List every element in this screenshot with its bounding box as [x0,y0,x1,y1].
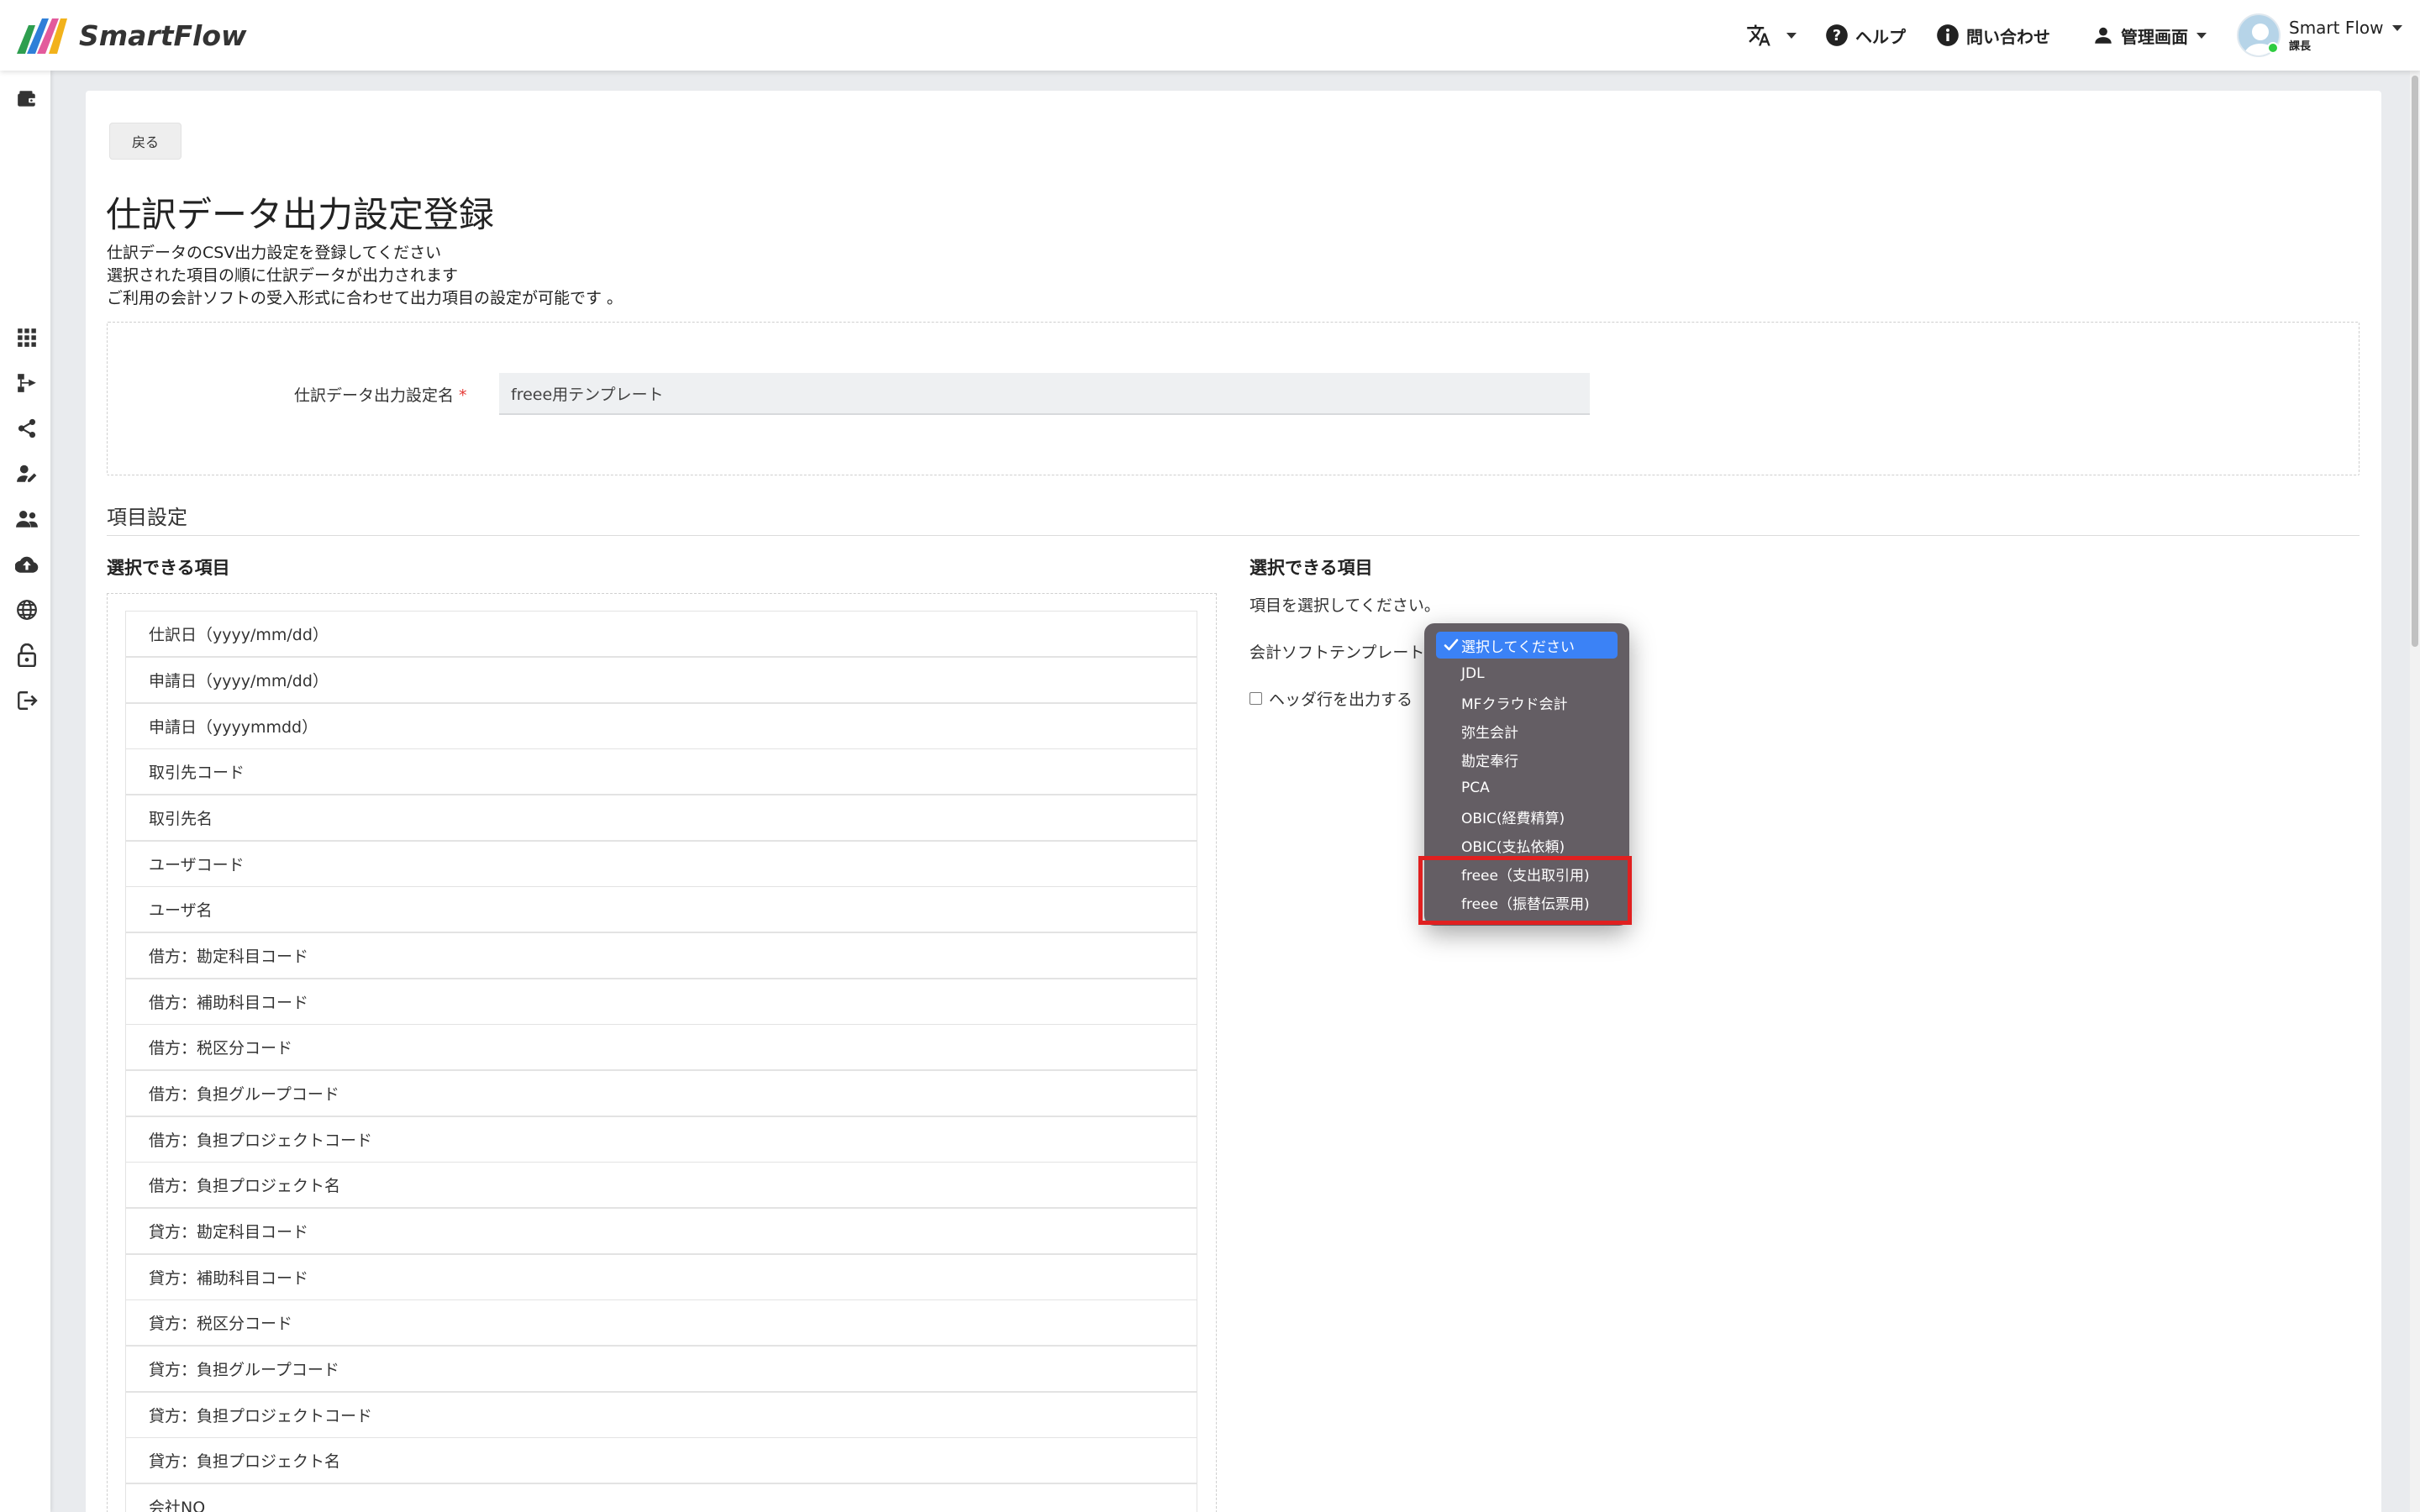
dropdown-option-label: 選択してください [1461,638,1575,656]
wallet-icon[interactable] [15,87,39,111]
apps-grid-icon[interactable] [15,326,39,349]
list-item[interactable]: 借方：負担プロジェクトコード [125,1116,1197,1163]
users-icon[interactable] [15,507,39,531]
header-row-label: ヘッダ行を出力する [1269,690,1413,709]
user-menu[interactable]: Smart Flow 課長 [2237,0,2402,71]
header-row-checkbox[interactable] [1249,692,1262,705]
list-item[interactable]: ユーザコード [125,841,1197,887]
dropdown-option[interactable]: JDL [1436,660,1618,687]
list-item[interactable]: 取引先名 [125,795,1197,841]
dropdown-option[interactable]: PCA [1436,774,1618,801]
user-name: Smart Flow [2289,17,2384,38]
translate-icon [1747,24,1770,46]
workflow-icon[interactable] [15,371,39,395]
setting-name-label: 仕訳データ出力設定名 * [294,383,467,406]
list-item[interactable]: 借方：負担プロジェクト名 [125,1162,1197,1208]
list-item[interactable]: 借方：補助科目コード [125,979,1197,1025]
contact-label: 問い合わせ [1966,26,2050,47]
description-line: 仕訳データのCSV出力設定を登録してください [107,244,442,262]
cloud-upload-icon[interactable] [15,553,39,576]
info-circle-icon [1937,24,1959,46]
online-status-dot [2267,42,2279,54]
sidebar [0,71,50,1512]
chevron-down-icon [2196,32,2207,39]
list-item[interactable]: 会社NO [125,1483,1197,1512]
app-name: SmartFlow [79,18,247,52]
checkmark-icon [1444,638,1459,651]
list-item[interactable]: 貸方：負担グループコード [125,1346,1197,1392]
help-label: ヘルプ [1855,26,1906,47]
dropdown-option[interactable]: OBIC(経費精算) [1436,803,1618,830]
svg-text:?: ? [1833,28,1841,45]
lock-icon[interactable] [15,643,39,667]
user-info: Smart Flow 課長 [2289,18,2384,53]
dropdown-option[interactable]: 弥生会計 [1436,717,1618,744]
share-icon[interactable] [15,417,39,440]
available-items-title: 選択できる項目 [107,558,230,578]
list-item[interactable]: ユーザ名 [125,886,1197,932]
dropdown-option[interactable]: OBIC(支払依頼) [1436,832,1618,858]
page-title: 仕訳データ出力設定登録 [106,194,495,235]
list-item[interactable]: 取引先コード [125,748,1197,795]
back-button[interactable]: 戻る [109,123,182,160]
list-item[interactable]: 貸方：負担プロジェクトコード [125,1392,1197,1438]
admin-menu[interactable]: 管理画面 [2092,0,2207,71]
list-item[interactable]: 借方：勘定科目コード [125,932,1197,979]
admin-label: 管理画面 [2121,26,2188,47]
setting-name-input[interactable] [499,373,1590,415]
contact-link[interactable]: 問い合わせ [1936,0,2050,71]
list-item[interactable]: 貸方：補助科目コード [125,1254,1197,1300]
language-menu[interactable] [1746,0,1797,71]
scrollbar-thumb[interactable] [2412,76,2418,647]
list-item[interactable]: 申請日（yyyymmdd） [125,703,1197,749]
section-divider [107,535,2360,536]
template-dropdown-menu[interactable]: 選択してください JDL MFクラウド会計 弥生会計 勘定奉行 PCA OBIC… [1424,623,1629,926]
list-item[interactable]: 仕訳日（yyyy/mm/dd） [125,611,1197,657]
required-mark: * [459,386,467,405]
help-circle-icon: ? [1826,24,1848,46]
person-icon [2095,27,2112,44]
chevron-down-icon [1786,32,1797,39]
export-icon[interactable] [15,689,39,712]
list-item[interactable]: 貸方：負担プロジェクト名 [125,1437,1197,1483]
dropdown-option[interactable]: freee（支出取引用) [1436,860,1618,887]
smartflow-logo-icon [17,18,67,54]
list-item[interactable]: 申請日（yyyy/mm/dd） [125,657,1197,703]
dropdown-option[interactable]: 勘定奉行 [1436,746,1618,773]
header-row-option[interactable]: ヘッダ行を出力する [1249,687,1413,710]
help-link[interactable]: ? ヘルプ [1825,0,1906,71]
selected-items-title: 選択できる項目 [1249,558,1373,578]
section-title: 項目設定 [107,506,187,529]
setting-name-label-text: 仕訳データ出力設定名 [294,386,455,405]
template-label: 会計ソフトテンプレート [1249,643,1425,662]
list-item[interactable]: 貸方：税区分コード [125,1299,1197,1346]
globe-icon[interactable] [15,598,39,622]
dropdown-option[interactable]: MFクラウド会計 [1436,689,1618,716]
app-logo[interactable]: SmartFlow [17,15,246,55]
description-line: 選択された項目の順に仕訳データが出力されます [107,266,459,285]
list-item[interactable]: 借方：税区分コード [125,1024,1197,1070]
top-bar: SmartFlow ? ヘルプ 問い合わせ 管理画面 Smart Flow 課長 [0,0,2420,71]
dropdown-option[interactable]: freee（振替伝票用) [1436,889,1618,916]
select-hint: 項目を選択してください。 [1249,596,1440,615]
dropdown-option-selected[interactable]: 選択してください [1436,632,1618,659]
user-edit-icon[interactable] [15,462,39,486]
description-line: ご利用の会計ソフトの受入形式に合わせて出力項目の設定が可能です 。 [107,289,623,307]
list-item[interactable]: 貸方：勘定科目コード [125,1208,1197,1254]
user-role: 課長 [2289,39,2312,53]
page-description: 仕訳データのCSV出力設定を登録してください 選択された項目の順に仕訳データが出… [107,242,623,310]
chevron-down-icon [2391,24,2402,31]
list-item[interactable]: 借方：負担グループコード [125,1070,1197,1116]
